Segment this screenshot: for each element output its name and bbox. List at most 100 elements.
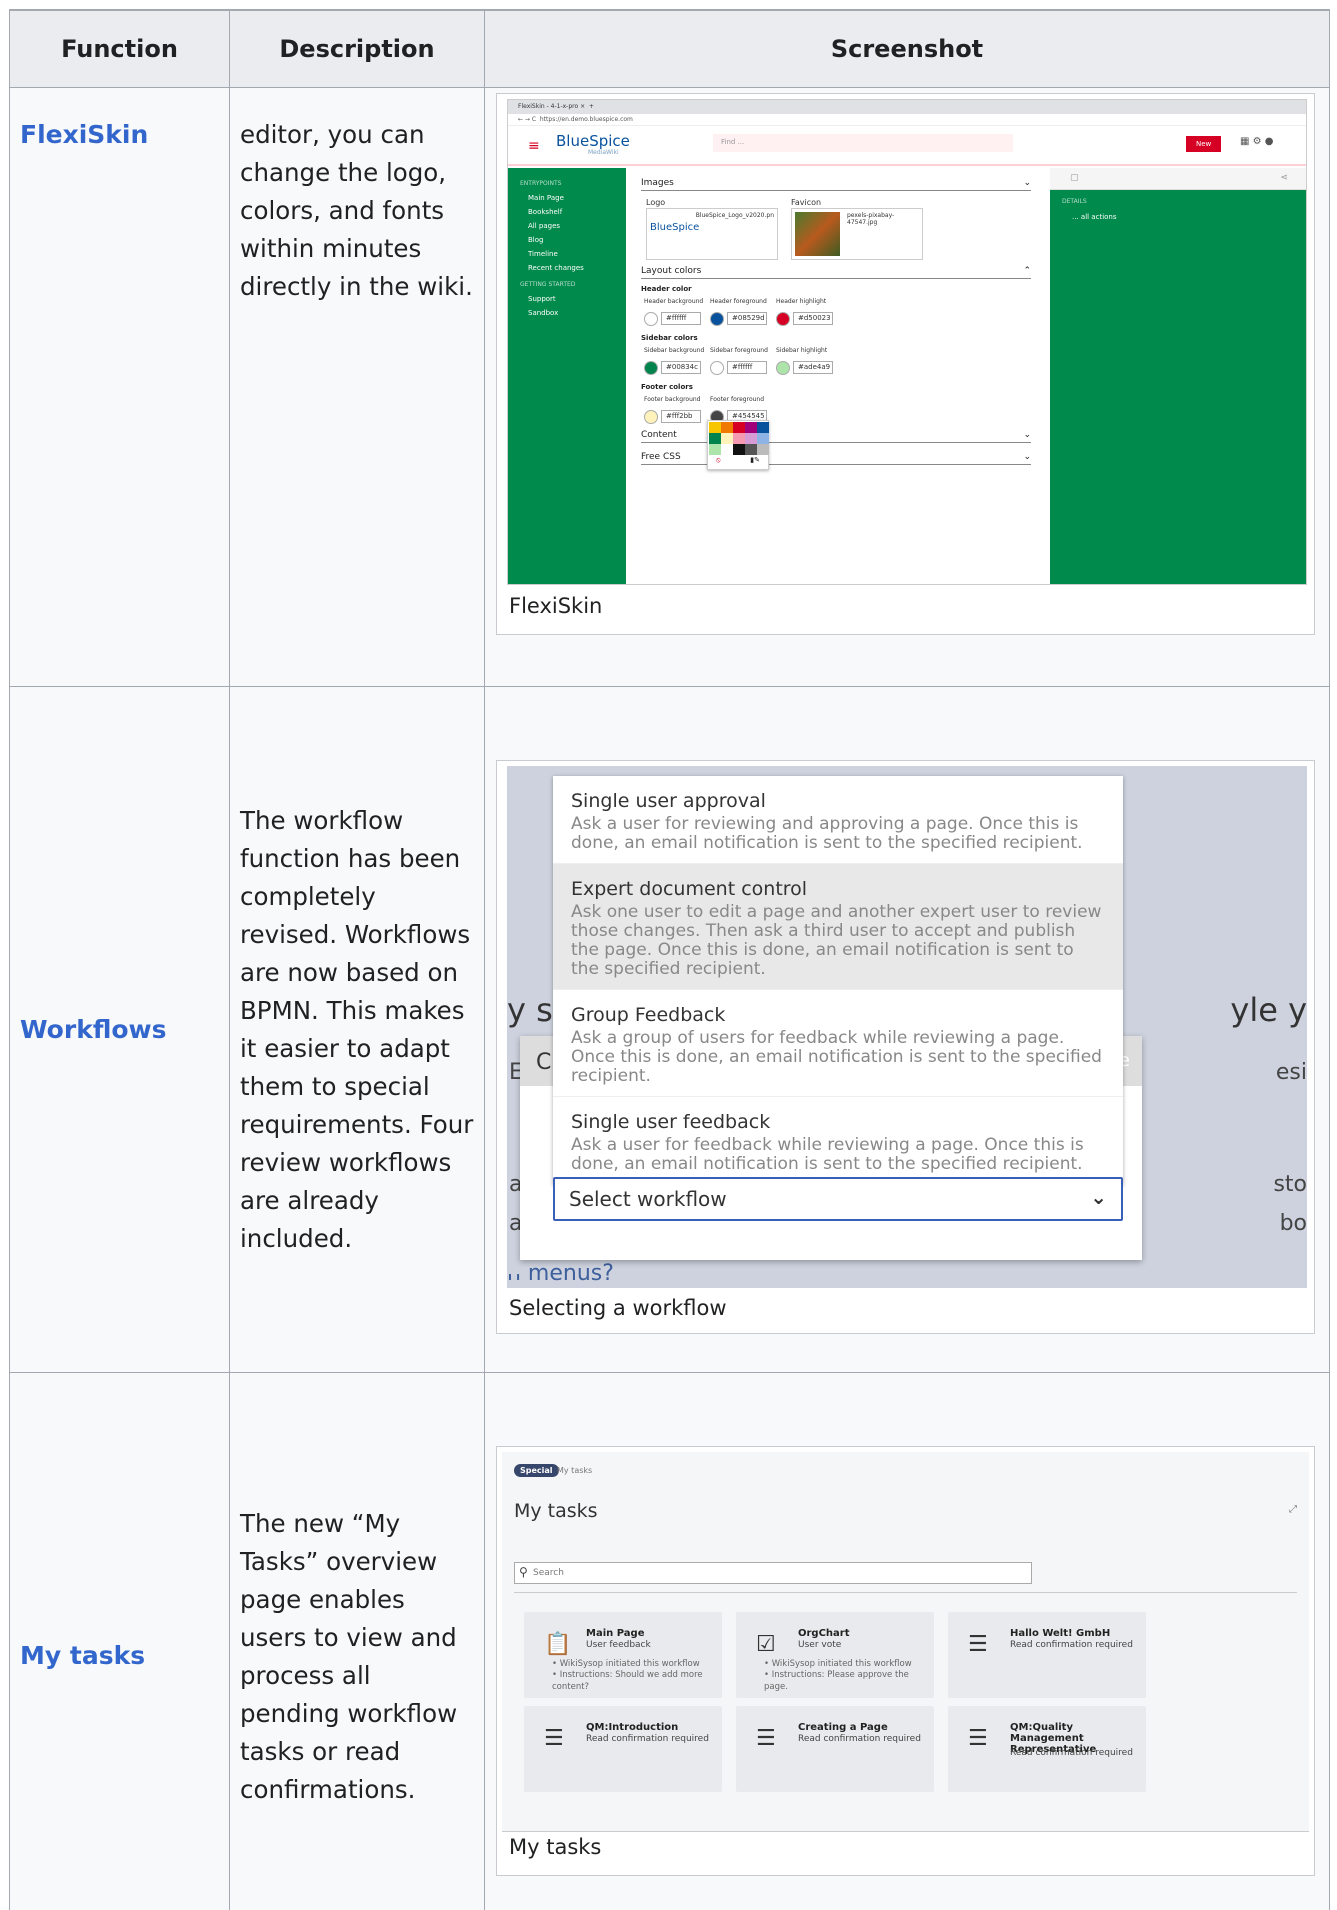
color-field[interactable]: Header foreground #08529d	[710, 298, 772, 327]
sidebar-item[interactable]: Support	[528, 292, 626, 306]
workflows-thumbnail: y st yle y h menus? E a at esi sto bo C …	[496, 760, 1315, 1334]
logo-upload[interactable]: BlueSpice_Logo_v2020.pn BlueSpice	[646, 208, 778, 260]
row-description-cell: The workflow function has been completel…	[229, 686, 485, 1373]
browser-tab: FlexiSkin - 4-1-x-pro × +	[508, 100, 1306, 114]
color-field-label: Header foreground	[710, 298, 767, 305]
free-css-section[interactable]: Free CSS ⌄	[641, 452, 1031, 465]
task-bullet: • Instructions: Please approve the page.	[764, 1670, 909, 1692]
workflow-option-desc: Ask one user to edit a page and another …	[571, 902, 1102, 979]
select-workflow-dropdown[interactable]: Select workflow ⌄	[553, 1177, 1123, 1221]
sidebar-nav-2[interactable]: Support Sandbox	[508, 292, 626, 320]
breadcrumb: My tasks	[557, 1466, 593, 1475]
color-field[interactable]: Sidebar highlight #ade4a9	[776, 347, 838, 376]
find-input[interactable]: Find ...	[713, 134, 1013, 152]
header-description: Description	[229, 10, 485, 88]
hex-input[interactable]: #00834c	[661, 361, 701, 374]
left-sidebar: ENTRYPOINTS Main Page Bookshelf All pages B…	[508, 168, 626, 584]
sidebar-item[interactable]: Bookshelf	[528, 205, 626, 219]
color-swatch[interactable]	[710, 311, 724, 326]
workflows-image[interactable]: y st yle y h menus? E a at esi sto bo C …	[507, 766, 1307, 1288]
feature-table: Function Description Screenshot FlexiSki…	[9, 9, 1330, 1910]
color-swatch[interactable]	[644, 360, 658, 375]
color-field[interactable]: Header background #ffffff	[644, 298, 706, 327]
new-button[interactable]: New	[1186, 136, 1222, 152]
flexiskin-image[interactable]: FlexiSkin - 4-1-x-pro × + ← → C https://…	[507, 99, 1307, 585]
sidebar-item[interactable]: Timeline	[528, 247, 626, 261]
color-swatch[interactable]	[776, 311, 790, 326]
task-card[interactable]: ☰ QM:Quality Management Representative Rea…	[948, 1706, 1146, 1792]
document-icon: ☰	[756, 1726, 776, 1751]
page-title: My tasks	[514, 1500, 598, 1522]
images-section[interactable]: Images ⌄	[641, 168, 1031, 191]
sidebar-item[interactable]: Recent changes	[528, 261, 626, 275]
flexiskin-thumbnail: FlexiSkin - 4-1-x-pro × + ← → C https://…	[496, 93, 1315, 635]
hex-input[interactable]: #ffffff	[727, 361, 767, 374]
hex-input[interactable]: #fff2bb	[661, 410, 701, 423]
workflow-option[interactable]: Single user feedback Ask a user for feedb…	[553, 1097, 1123, 1185]
workflow-option[interactable]: Expert document control Ask one user to e…	[553, 864, 1123, 990]
flexiskin-caption: FlexiSkin	[509, 594, 603, 618]
sidebar-nav[interactable]: Main Page Bookshelf All pages Blog Timeline R…	[508, 191, 626, 275]
color-swatch[interactable]	[710, 360, 724, 375]
task-card[interactable]: ☑ OrgChart User vote • WikiSysop initiated …	[736, 1612, 934, 1698]
sidebar-item[interactable]: Blog	[528, 233, 626, 247]
color-field[interactable]: Sidebar foreground #ffffff	[710, 347, 772, 376]
workflow-options-list[interactable]: Single user approval Ask a user for revie…	[553, 776, 1123, 1185]
task-title: OrgChart	[798, 1628, 850, 1639]
workflows-link[interactable]: Workflows	[20, 1015, 167, 1044]
color-field-label: Sidebar background	[644, 347, 705, 354]
task-card[interactable]: ☰ QM:Introduction Read confirmation requir…	[524, 1706, 722, 1792]
task-title: Creating a Page	[798, 1722, 888, 1733]
document-icon: ☰	[968, 1632, 988, 1657]
workflow-option-desc: Ask a user for reviewing and approving a…	[571, 814, 1083, 853]
task-card[interactable]: 📋 Main Page User feedback • WikiSysop initi…	[524, 1612, 722, 1698]
document-icon: ☰	[544, 1726, 564, 1751]
color-swatch[interactable]	[644, 409, 658, 424]
flexiskin-description: editor, you can change the logo, colors,…	[240, 120, 473, 301]
color-picker-popup[interactable]: ⦸ ▮✎	[707, 420, 769, 470]
search-icon: ⚲	[519, 1565, 528, 1579]
sidebar-item[interactable]: All pages	[528, 219, 626, 233]
menu-icon[interactable]: ≡	[528, 138, 540, 154]
app-header: ≡ BlueSpice MediaWiki Find ... New ▦ ⚙ ●	[508, 126, 1306, 166]
workflow-option[interactable]: Group Feedback Ask a group of users for f…	[553, 990, 1123, 1097]
document-icon: ☰	[968, 1726, 988, 1751]
task-card[interactable]: ☰ Creating a Page Read confirmation requir…	[736, 1706, 934, 1792]
flexiskin-form: Images ⌄ Logo Favicon BlueSpice_Logo_v202…	[641, 168, 1031, 584]
workflow-option-desc: Ask a user for feedback while reviewing …	[571, 1135, 1084, 1174]
my-tasks-thumbnail: Special My tasks My tasks ⤢ ⚲ Search 📋 Ma…	[496, 1446, 1315, 1876]
task-bullet: • Instructions: Should we add more conte…	[552, 1670, 703, 1692]
sidebar-item[interactable]: Main Page	[528, 191, 626, 205]
content-section[interactable]: Content ⌄	[641, 430, 1031, 443]
workflow-option[interactable]: Single user approval Ask a user for revie…	[553, 776, 1123, 864]
color-swatch[interactable]	[644, 311, 658, 326]
squirrel-image	[795, 212, 840, 256]
color-field[interactable]: Sidebar background #00834c	[644, 347, 706, 376]
expand-icon[interactable]: ⤢	[1289, 1504, 1297, 1515]
search-input[interactable]: ⚲ Search	[514, 1562, 1032, 1584]
hex-input[interactable]: #d50023	[793, 312, 833, 325]
favicon-upload[interactable]: pexels-pixabay-47547.jpg	[791, 208, 923, 260]
color-field-label: Footer foreground	[710, 396, 765, 403]
header-screenshot: Screenshot	[484, 10, 1330, 88]
layout-colors-section[interactable]: Layout colors ⌃	[641, 266, 1031, 279]
flexiskin-link[interactable]: FlexiSkin	[20, 120, 148, 149]
header-function: Function	[9, 10, 230, 88]
toolbar-icons[interactable]: ▦ ⚙ ●	[1240, 136, 1274, 147]
my-tasks-image[interactable]: Special My tasks My tasks ⤢ ⚲ Search 📋 Ma…	[502, 1452, 1309, 1832]
row-function-cell: FlexiSkin	[9, 87, 230, 687]
hex-input[interactable]: #ffffff	[661, 312, 701, 325]
task-subtitle: Read confirmation required	[1010, 1748, 1133, 1758]
my-tasks-link[interactable]: My tasks	[20, 1641, 145, 1670]
color-field[interactable]: Footer background #fff2bb	[644, 396, 706, 425]
address-bar: ← → C https://en.demo.bluespice.com	[508, 114, 1306, 126]
color-field[interactable]: Header highlight #d50023	[776, 298, 838, 327]
hex-input[interactable]: #08529d	[727, 312, 767, 325]
sidebar-item[interactable]: Sandbox	[528, 306, 626, 320]
logo: BlueSpice	[556, 132, 630, 150]
hex-input[interactable]: #ade4a9	[793, 361, 833, 374]
task-card[interactable]: ☰ Hallo Welt! GmbH Read confirmation requi…	[948, 1612, 1146, 1698]
page-icon[interactable]: ▢ ⋖	[1050, 168, 1306, 190]
color-swatch[interactable]	[776, 360, 790, 375]
row-screenshot-cell: Special My tasks My tasks ⤢ ⚲ Search 📋 Ma…	[484, 1372, 1330, 1910]
